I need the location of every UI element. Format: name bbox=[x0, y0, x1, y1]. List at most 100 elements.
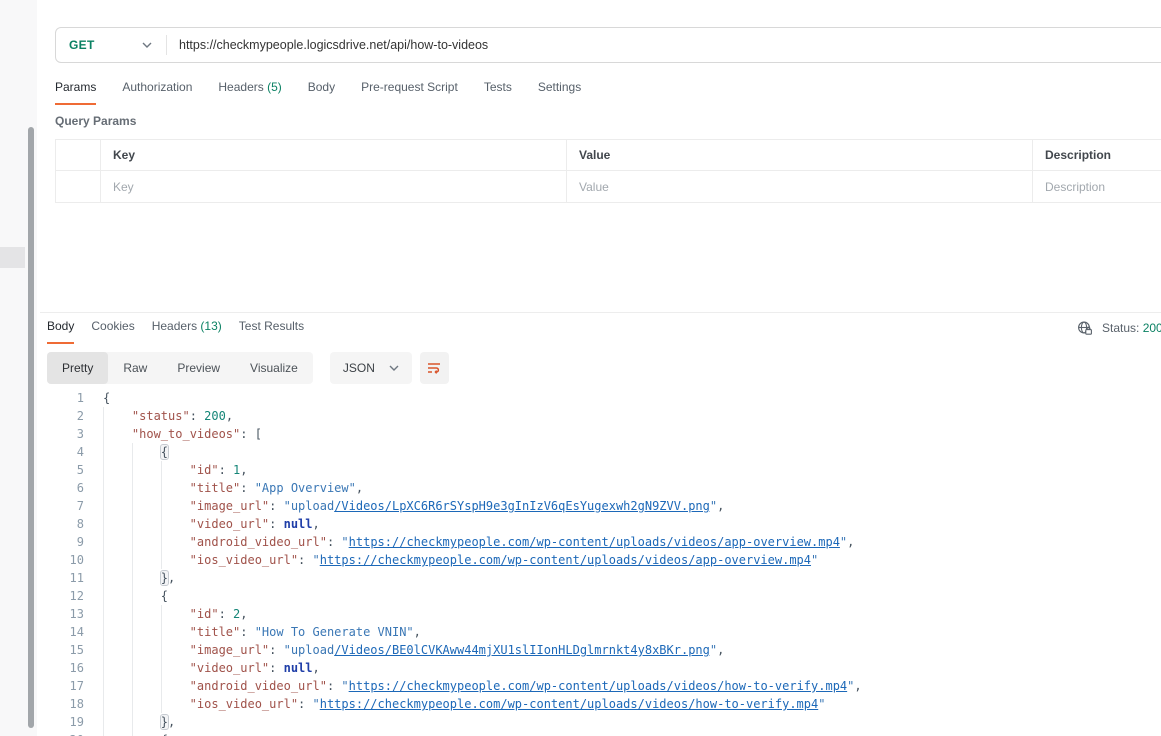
language-selector[interactable]: JSON bbox=[330, 352, 412, 384]
code-content: "how_to_videos": [ bbox=[103, 425, 262, 443]
view-mode-preview[interactable]: Preview bbox=[162, 352, 235, 384]
json-token: "ios_video_url" bbox=[190, 553, 298, 567]
indent-guide bbox=[161, 695, 190, 713]
indent-guide bbox=[161, 659, 190, 677]
code-line-8: 8"video_url": null, bbox=[37, 515, 1161, 533]
code-content: "id": 2, bbox=[103, 605, 248, 623]
indent-guide bbox=[103, 623, 132, 641]
tab-settings[interactable]: Settings bbox=[538, 80, 581, 105]
tab-params[interactable]: Params bbox=[55, 80, 96, 105]
json-token: " bbox=[341, 535, 348, 549]
view-mode-raw[interactable]: Raw bbox=[108, 352, 162, 384]
value-input[interactable]: Value bbox=[567, 171, 1033, 202]
indent-guide bbox=[132, 641, 161, 659]
indent-guide bbox=[103, 731, 132, 736]
line-number: 10 bbox=[37, 551, 84, 569]
indent-guide bbox=[103, 461, 132, 479]
url-input[interactable]: https://checkmypeople.logicsdrive.net/ap… bbox=[179, 38, 488, 52]
json-url-link[interactable]: https://checkmypeople.com/wp-content/upl… bbox=[320, 697, 819, 711]
indent-guide bbox=[132, 695, 161, 713]
json-url-link[interactable]: /Videos/LpXC6R6rSYspH9e3gInIzV6qEsYugexw… bbox=[334, 499, 710, 513]
indent-guide bbox=[161, 623, 190, 641]
json-token: : bbox=[219, 463, 233, 477]
json-token: : bbox=[298, 697, 312, 711]
indent-guide bbox=[161, 479, 190, 497]
json-token: , bbox=[168, 571, 175, 585]
tab-authorization[interactable]: Authorization bbox=[122, 80, 192, 105]
chevron-down-icon bbox=[142, 42, 152, 48]
json-token: "android_video_url" bbox=[190, 679, 327, 693]
code-line-16: 16"video_url": null, bbox=[37, 659, 1161, 677]
indent-guide bbox=[132, 461, 161, 479]
tab-body[interactable]: Body bbox=[47, 319, 74, 344]
view-mode-segments: PrettyRawPreviewVisualize bbox=[47, 352, 313, 384]
view-mode-visualize[interactable]: Visualize bbox=[235, 352, 313, 384]
line-number: 18 bbox=[37, 695, 84, 713]
indent-guide bbox=[132, 569, 161, 587]
view-mode-pretty[interactable]: Pretty bbox=[47, 352, 108, 384]
json-token: { bbox=[103, 391, 110, 405]
collapsed-sidebar-handle[interactable] bbox=[0, 247, 25, 268]
method-label: GET bbox=[69, 38, 95, 52]
description-input[interactable]: Description bbox=[1033, 171, 1161, 202]
indent-guide bbox=[161, 677, 190, 695]
json-token: "ios_video_url" bbox=[190, 697, 298, 711]
indent-guide bbox=[132, 443, 161, 461]
code-line-10: 10"ios_video_url": "https://checkmypeopl… bbox=[37, 551, 1161, 569]
indent-guide bbox=[103, 659, 132, 677]
json-token: "image_url" bbox=[190, 643, 269, 657]
code-content: "android_video_url": "https://checkmypeo… bbox=[103, 677, 862, 695]
tab-cookies[interactable]: Cookies bbox=[91, 319, 134, 344]
tab-body[interactable]: Body bbox=[308, 80, 335, 105]
method-selector[interactable]: GET bbox=[56, 38, 166, 52]
json-token: : bbox=[269, 643, 283, 657]
code-content: "android_video_url": "https://checkmypeo… bbox=[103, 533, 854, 551]
json-token: "title" bbox=[190, 481, 241, 495]
json-token: "title" bbox=[190, 625, 241, 639]
indent-guide bbox=[103, 425, 132, 443]
code-line-13: 13 "id": 2, bbox=[37, 605, 1161, 623]
indent-guide bbox=[103, 497, 132, 515]
indent-guide bbox=[103, 479, 132, 497]
json-token: "id" bbox=[190, 607, 219, 621]
code-content: { bbox=[103, 731, 168, 736]
globe-lock-icon[interactable] bbox=[1077, 320, 1093, 336]
json-token: "video_url" bbox=[190, 661, 269, 675]
line-number: 13 bbox=[37, 605, 84, 623]
code-content: "video_url": null, bbox=[103, 515, 320, 533]
json-token: , bbox=[313, 661, 320, 675]
indent-guide bbox=[103, 533, 132, 551]
key-input[interactable]: Key bbox=[101, 171, 567, 202]
json-token: , bbox=[847, 535, 854, 549]
tab-test-results[interactable]: Test Results bbox=[239, 319, 304, 344]
tab-tests[interactable]: Tests bbox=[484, 80, 512, 105]
request-panel: GET https://checkmypeople.logicsdrive.ne… bbox=[37, 0, 1161, 736]
code-line-18: 18 "ios_video_url": "https://checkmypeopl… bbox=[37, 695, 1161, 713]
language-label: JSON bbox=[343, 361, 375, 375]
json-token: 200 bbox=[204, 409, 226, 423]
code-line-2: 2"status": 200, bbox=[37, 407, 1161, 425]
indent-guide bbox=[103, 641, 132, 659]
tab-pre-request-script[interactable]: Pre-request Script bbox=[361, 80, 458, 105]
tab-headers[interactable]: Headers (13) bbox=[152, 319, 222, 344]
status-label: Status: bbox=[1102, 321, 1139, 335]
indent-guide bbox=[103, 677, 132, 695]
indent-guide bbox=[103, 713, 132, 731]
indent-guide bbox=[132, 515, 161, 533]
json-url-link[interactable]: https://checkmypeople.com/wp-content/upl… bbox=[349, 535, 840, 549]
chevron-down-icon bbox=[389, 365, 399, 371]
json-url-link[interactable]: /Videos/BE0lCVKAww44mjXU1slIIonHLDglmrnk… bbox=[334, 643, 710, 657]
vertical-scrollbar[interactable] bbox=[28, 127, 34, 728]
response-body-code[interactable]: 1{2"status": 200,3"how_to_videos": [4{5"… bbox=[37, 389, 1161, 736]
json-url-link[interactable]: https://checkmypeople.com/wp-content/upl… bbox=[349, 679, 848, 693]
indent-guide bbox=[161, 605, 190, 623]
line-number: 4 bbox=[37, 443, 84, 461]
json-url-link[interactable]: https://checkmypeople.com/wp-content/upl… bbox=[320, 553, 811, 567]
tab-count-badge: (5) bbox=[264, 80, 282, 94]
json-token: } bbox=[161, 571, 168, 585]
json-token: " bbox=[313, 697, 320, 711]
indent-guide bbox=[132, 677, 161, 695]
wrap-lines-button[interactable] bbox=[420, 352, 449, 384]
tab-headers[interactable]: Headers (5) bbox=[218, 80, 281, 105]
json-token: "upload bbox=[284, 643, 335, 657]
